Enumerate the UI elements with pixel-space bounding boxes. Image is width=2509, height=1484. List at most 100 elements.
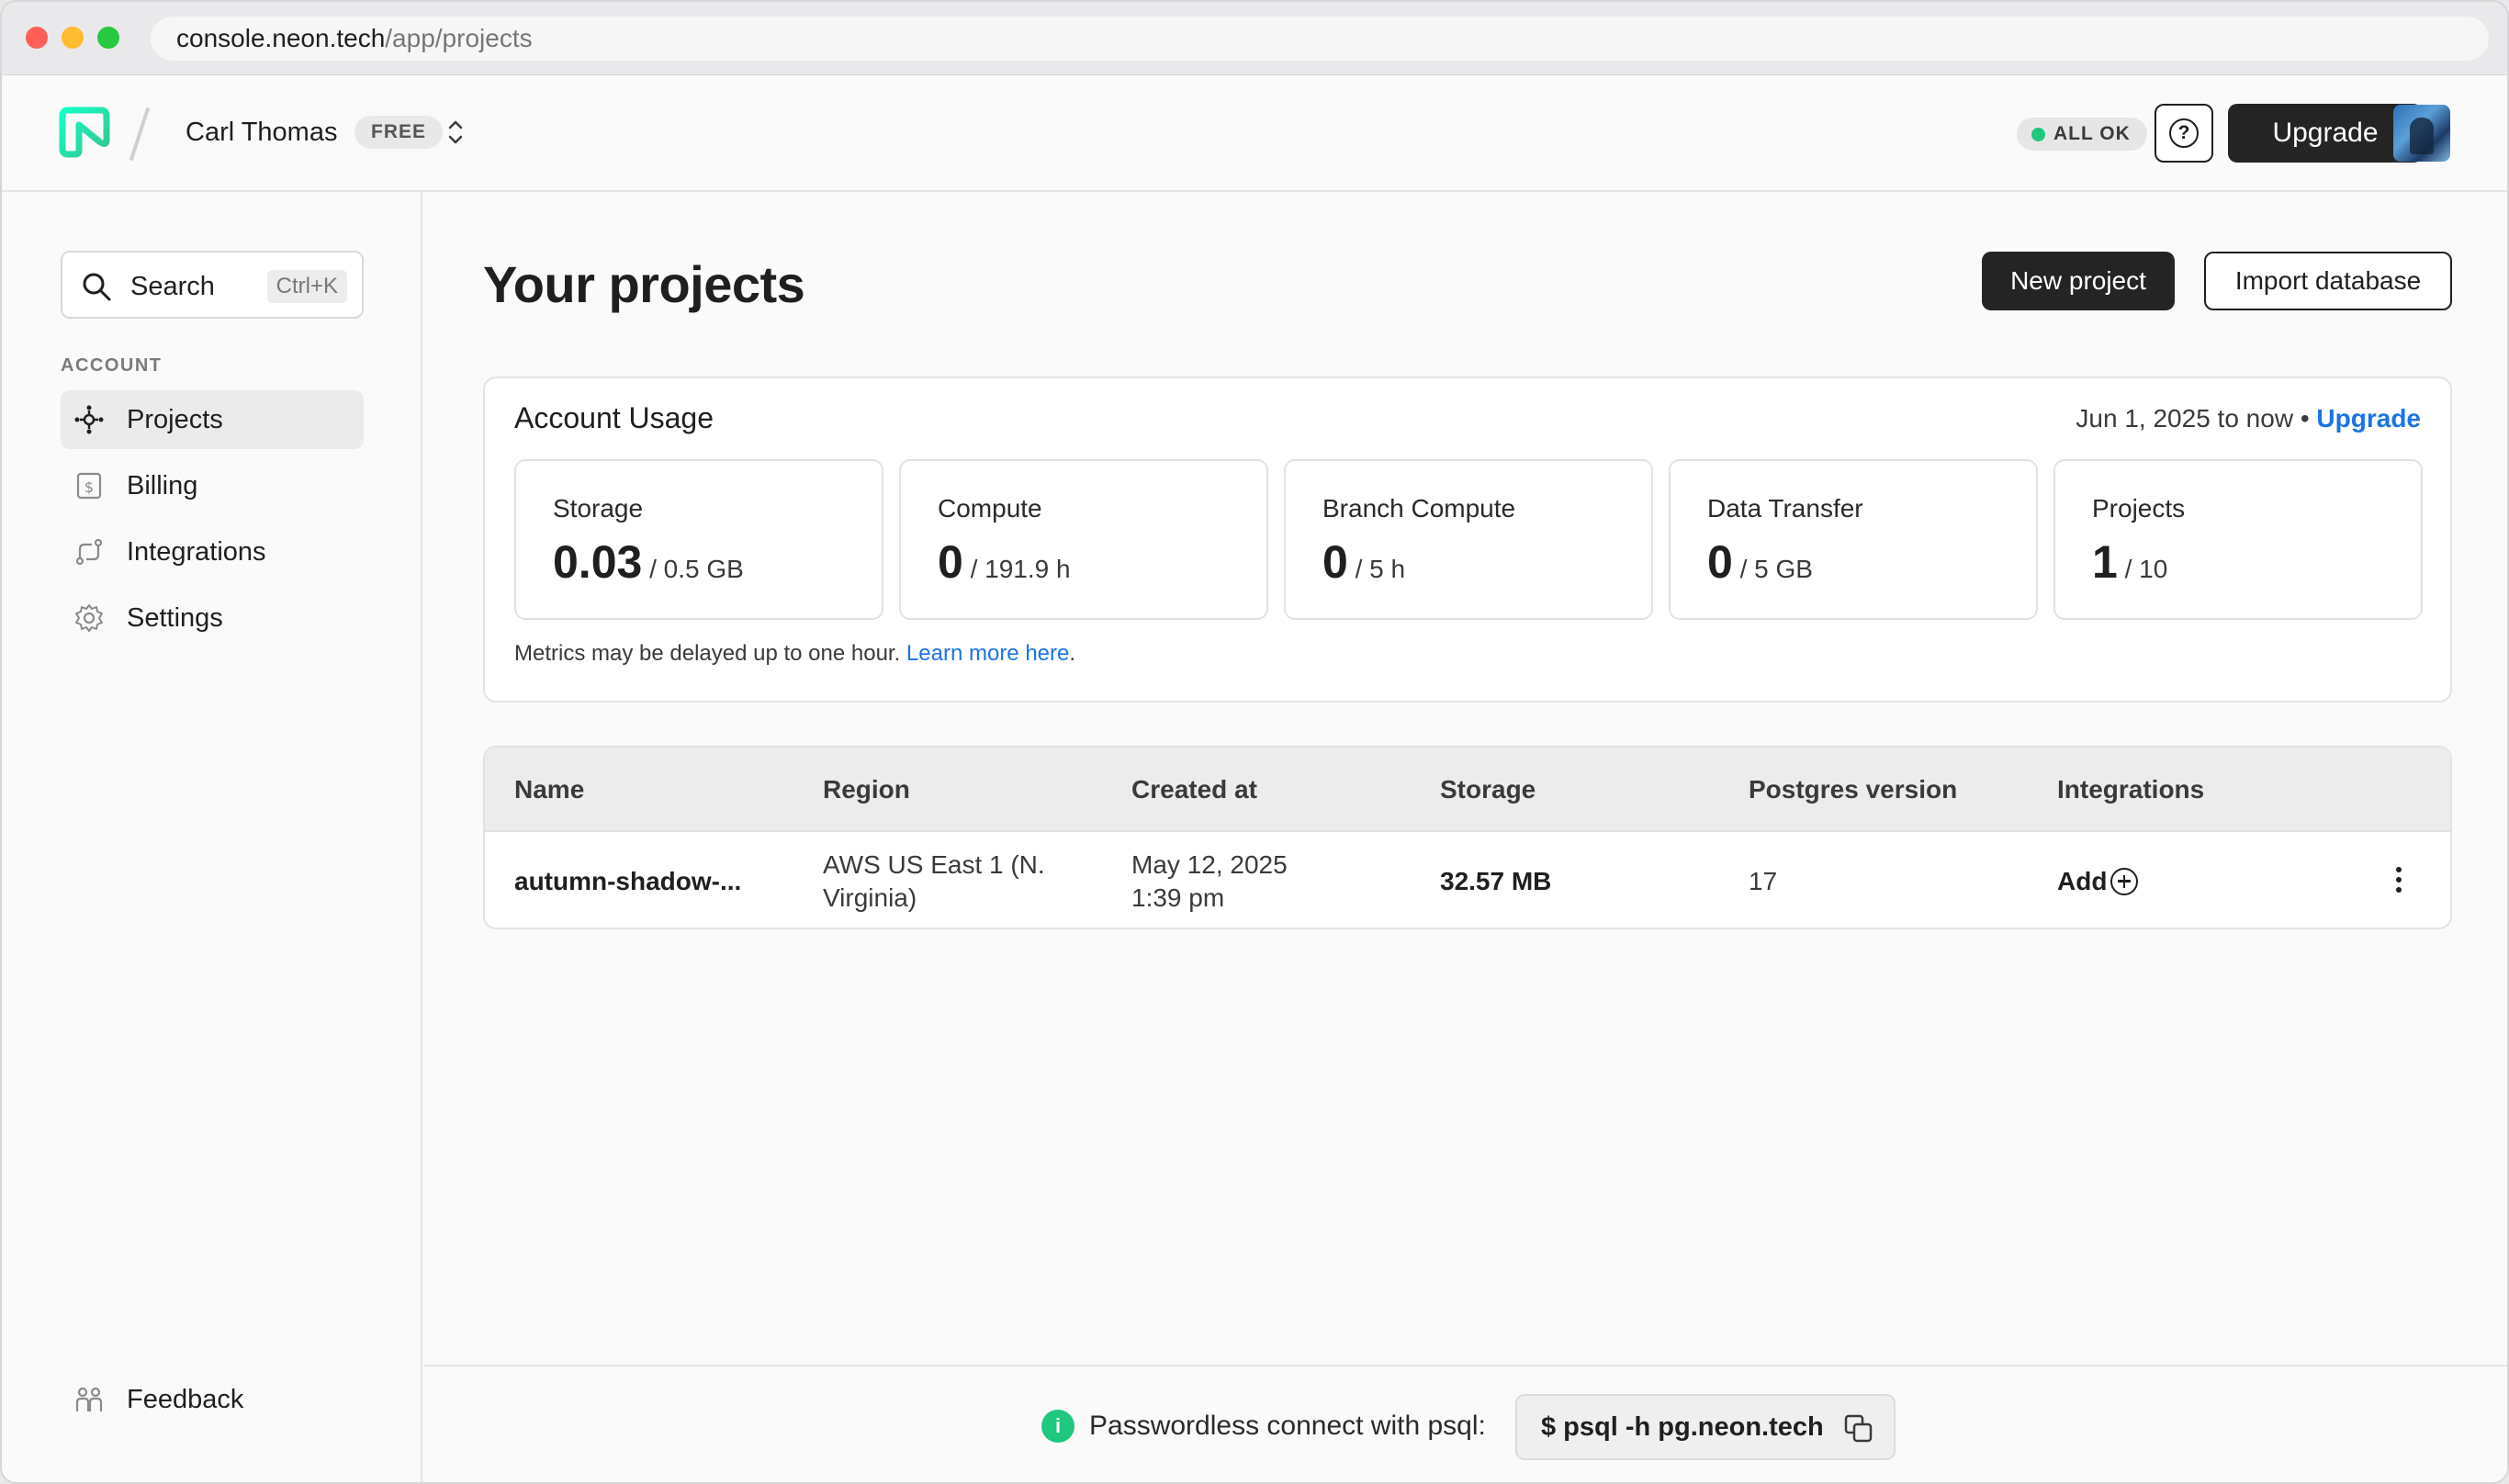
sidebar-item-label: Integrations xyxy=(127,537,266,567)
url-path: /app/projects xyxy=(385,24,533,52)
metric-number: 1 xyxy=(2092,536,2118,588)
sidebar-item-settings[interactable]: Settings xyxy=(61,589,364,647)
section-label-account: ACCOUNT xyxy=(61,355,163,376)
status-label: ALL OK xyxy=(2053,123,2131,144)
account-usage-card: Account Usage Jun 1, 2025 to now • Upgra… xyxy=(483,377,2452,703)
metric-storage: Storage 0.03 / 0.5 GB xyxy=(514,459,883,620)
search-label: Search xyxy=(130,272,215,301)
column-header-storage[interactable]: Storage xyxy=(1440,771,1536,808)
metric-limit: / 5 h xyxy=(1355,555,1406,583)
browser-window: console.neon.tech/app/projects Carl Thom… xyxy=(0,0,2509,1484)
help-button[interactable]: ? xyxy=(2155,104,2213,163)
usage-separator: • xyxy=(2300,404,2310,433)
project-region-line1: AWS US East 1 (N. xyxy=(823,850,1045,879)
browser-toolbar: console.neon.tech/app/projects xyxy=(2,2,2507,75)
metric-limit: / 0.5 GB xyxy=(649,555,744,583)
usage-period: Jun 1, 2025 to now • Upgrade xyxy=(2076,402,2421,435)
address-bar[interactable]: console.neon.tech/app/projects xyxy=(151,17,2489,61)
usage-upgrade-link[interactable]: Upgrade xyxy=(2316,404,2421,433)
maximize-window-button[interactable] xyxy=(97,27,119,49)
usage-note-text: Metrics may be delayed up to one hour. xyxy=(514,641,901,666)
status-badge[interactable]: ALL OK xyxy=(2017,118,2147,151)
projects-icon xyxy=(74,405,104,434)
row-menu-icon[interactable] xyxy=(2390,861,2408,898)
usage-note-end: . xyxy=(1069,641,1076,666)
search-shortcut: Ctrl+K xyxy=(266,270,347,303)
search-input[interactable]: Search Ctrl+K xyxy=(61,251,364,319)
svg-text:$: $ xyxy=(84,478,94,496)
metric-label: Storage xyxy=(553,494,644,523)
project-created-date: May 12, 2025 xyxy=(1131,850,1288,879)
metric-value: 0 / 5 GB xyxy=(1707,534,1813,597)
copy-icon[interactable] xyxy=(1842,1412,1875,1445)
app-header: Carl Thomas FREE ALL OK ? Upgrade xyxy=(2,75,2507,192)
add-integration-label: Add xyxy=(2057,867,2108,895)
plus-circle-icon xyxy=(2110,867,2139,895)
metric-data-transfer: Data Transfer 0 / 5 GB xyxy=(1669,459,2038,620)
new-project-button[interactable]: New project xyxy=(1982,252,2175,310)
metric-label: Compute xyxy=(938,494,1042,523)
project-created-time: 1:39 pm xyxy=(1131,883,1225,912)
chevron-up-down-icon[interactable] xyxy=(444,116,467,149)
sidebar-item-projects[interactable]: Projects xyxy=(61,390,364,449)
neon-logo-icon[interactable] xyxy=(59,107,110,158)
search-icon xyxy=(83,273,111,301)
metric-label: Projects xyxy=(2092,494,2186,523)
metric-value: 0.03 / 0.5 GB xyxy=(553,534,744,597)
url-host: console.neon.tech xyxy=(176,24,386,52)
sidebar: Search Ctrl+K ACCOUNT Projects $ Billing xyxy=(2,192,422,1482)
page-title: Your projects xyxy=(483,255,805,313)
sidebar-item-integrations[interactable]: Integrations xyxy=(61,523,364,581)
project-storage: 32.57 MB xyxy=(1440,867,1552,895)
psql-info-text: Passwordless connect with psql: xyxy=(1089,1411,1486,1441)
metric-limit: / 191.9 h xyxy=(970,555,1071,583)
metric-value: 0 / 191.9 h xyxy=(938,534,1071,597)
gear-icon xyxy=(75,604,103,632)
import-database-button[interactable]: Import database xyxy=(2204,252,2452,310)
metric-limit: / 5 GB xyxy=(1739,555,1813,583)
metric-value: 1 / 10 xyxy=(2092,534,2167,597)
column-header-postgres-version[interactable]: Postgres version xyxy=(1749,771,1957,808)
feedback-link[interactable]: Feedback xyxy=(61,1370,364,1429)
project-postgres-version: 17 xyxy=(1749,867,1778,895)
metric-value: 0 / 5 h xyxy=(1322,534,1405,597)
breadcrumb-separator xyxy=(129,107,151,162)
metric-number: 0 xyxy=(938,536,963,588)
metric-number: 0 xyxy=(1707,536,1733,588)
usage-period-text: Jun 1, 2025 to now xyxy=(2076,404,2294,433)
usage-title: Account Usage xyxy=(514,401,714,434)
feedback-label: Feedback xyxy=(127,1385,244,1414)
footer-bar: i Passwordless connect with psql: $ psql… xyxy=(424,1365,2507,1482)
project-name[interactable]: autumn-shadow-... xyxy=(514,865,741,898)
table-header: Name Region Created at Storage Postgres … xyxy=(485,748,2450,832)
metric-label: Branch Compute xyxy=(1322,494,1516,523)
avatar[interactable] xyxy=(2393,105,2450,162)
column-header-created-at[interactable]: Created at xyxy=(1131,771,1257,808)
psql-command-box[interactable]: $ psql -h pg.neon.tech xyxy=(1515,1394,1896,1460)
status-dot-icon xyxy=(2031,128,2045,141)
usage-note: Metrics may be delayed up to one hour. L… xyxy=(514,639,1075,669)
minimize-window-button[interactable] xyxy=(62,27,84,49)
metric-projects: Projects 1 / 10 xyxy=(2053,459,2423,620)
column-header-integrations: Integrations xyxy=(2057,775,2205,804)
metric-number: 0 xyxy=(1322,536,1348,588)
org-name[interactable]: Carl Thomas xyxy=(186,116,337,149)
projects-table: Name Region Created at Storage Postgres … xyxy=(483,746,2452,929)
metric-label: Data Transfer xyxy=(1707,494,1863,523)
metric-number: 0.03 xyxy=(553,536,643,588)
metric-branch-compute: Branch Compute 0 / 5 h xyxy=(1284,459,1653,620)
metric-compute: Compute 0 / 191.9 h xyxy=(899,459,1268,620)
info-icon: i xyxy=(1041,1410,1074,1443)
column-header-name[interactable]: Name xyxy=(514,771,584,808)
billing-icon: $ xyxy=(76,472,102,500)
integrations-icon xyxy=(75,538,103,566)
learn-more-link[interactable]: Learn more here xyxy=(906,641,1069,666)
project-region-line2: Virginia) xyxy=(823,883,917,912)
sidebar-item-billing[interactable]: $ Billing xyxy=(61,456,364,515)
add-integration-button[interactable]: Add xyxy=(2057,865,2139,898)
sidebar-item-label: Settings xyxy=(127,603,223,633)
close-window-button[interactable] xyxy=(26,27,48,49)
column-header-region[interactable]: Region xyxy=(823,771,910,808)
question-circle-icon: ? xyxy=(2169,118,2199,148)
metric-limit: / 10 xyxy=(2124,555,2168,583)
